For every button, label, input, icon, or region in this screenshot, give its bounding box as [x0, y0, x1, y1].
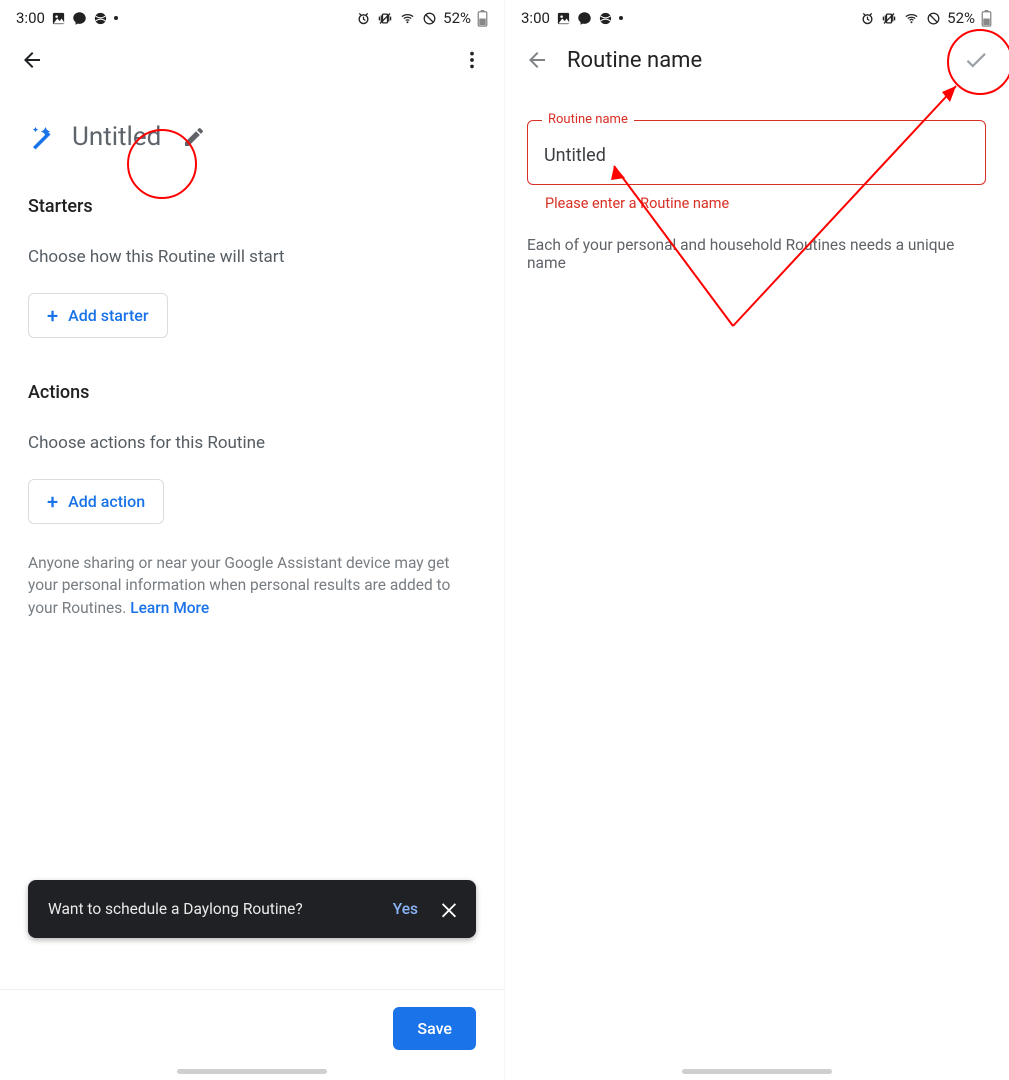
appbar-left: [0, 32, 504, 88]
sports-icon: [93, 11, 108, 26]
field-error: Please enter a Routine name: [545, 195, 986, 212]
messenger-icon: [72, 11, 87, 26]
alarm-icon: [860, 11, 875, 26]
vibrate-icon: [377, 11, 393, 26]
status-bar: 3:00 52%: [0, 0, 504, 32]
confirm-button[interactable]: [954, 38, 998, 82]
actions-heading: Actions: [28, 382, 476, 403]
wifi-icon: [903, 11, 920, 26]
page-title: Routine name: [567, 48, 954, 73]
back-button[interactable]: [10, 38, 54, 82]
messenger-icon: [577, 11, 592, 26]
alarm-icon: [356, 11, 371, 26]
add-action-label: Add action: [68, 492, 145, 511]
photos-icon: [51, 11, 66, 26]
toast-message: Want to schedule a Daylong Routine?: [48, 900, 393, 918]
appbar-right: Routine name: [505, 32, 1008, 88]
sports-icon: [598, 11, 613, 26]
edit-name-button[interactable]: [175, 118, 213, 156]
back-button[interactable]: [515, 38, 559, 82]
status-time: 3:00: [16, 9, 45, 27]
starters-subtitle: Choose how this Routine will start: [28, 247, 476, 267]
no-data-icon: [422, 11, 437, 26]
status-battery-pct: 52%: [947, 9, 975, 27]
learn-more-link[interactable]: Learn More: [130, 599, 209, 617]
more-menu-button[interactable]: [450, 38, 494, 82]
routine-name-field[interactable]: Routine name: [527, 120, 986, 185]
add-action-button[interactable]: + Add action: [28, 479, 164, 524]
field-helper: Each of your personal and household Rout…: [527, 236, 986, 272]
more-notifications-dot: [619, 16, 623, 20]
wifi-icon: [399, 11, 416, 26]
routine-name-input[interactable]: [544, 145, 969, 166]
add-starter-label: Add starter: [68, 306, 148, 325]
status-time: 3:00: [521, 9, 550, 27]
disclaimer: Anyone sharing or near your Google Assis…: [28, 552, 468, 619]
screen-routine-name: 3:00 52% Routine name: [504, 0, 1008, 1080]
status-bar: 3:00 52%: [505, 0, 1008, 32]
nav-pill[interactable]: [177, 1069, 327, 1074]
daylong-toast: Want to schedule a Daylong Routine? Yes: [28, 880, 476, 938]
toast-yes-button[interactable]: Yes: [393, 900, 418, 918]
nav-pill[interactable]: [682, 1069, 832, 1074]
disclaimer-text: Anyone sharing or near your Google Assis…: [28, 554, 450, 617]
vibrate-icon: [881, 11, 897, 26]
toast-close-button[interactable]: [438, 898, 460, 920]
routine-header: Untitled: [28, 118, 476, 156]
field-label: Routine name: [542, 112, 634, 127]
battery-icon: [477, 10, 488, 27]
save-button[interactable]: Save: [393, 1007, 476, 1050]
screen-routine-editor: 3:00 52%: [0, 0, 504, 1080]
routine-title: Untitled: [72, 122, 161, 152]
bottom-divider: [0, 989, 504, 990]
actions-subtitle: Choose actions for this Routine: [28, 433, 476, 453]
starters-heading: Starters: [28, 196, 476, 217]
magic-wand-icon: [28, 122, 58, 152]
add-starter-button[interactable]: + Add starter: [28, 293, 168, 338]
battery-icon: [981, 10, 992, 27]
more-notifications-dot: [114, 16, 118, 20]
no-data-icon: [926, 11, 941, 26]
photos-icon: [556, 11, 571, 26]
status-battery-pct: 52%: [443, 9, 471, 27]
